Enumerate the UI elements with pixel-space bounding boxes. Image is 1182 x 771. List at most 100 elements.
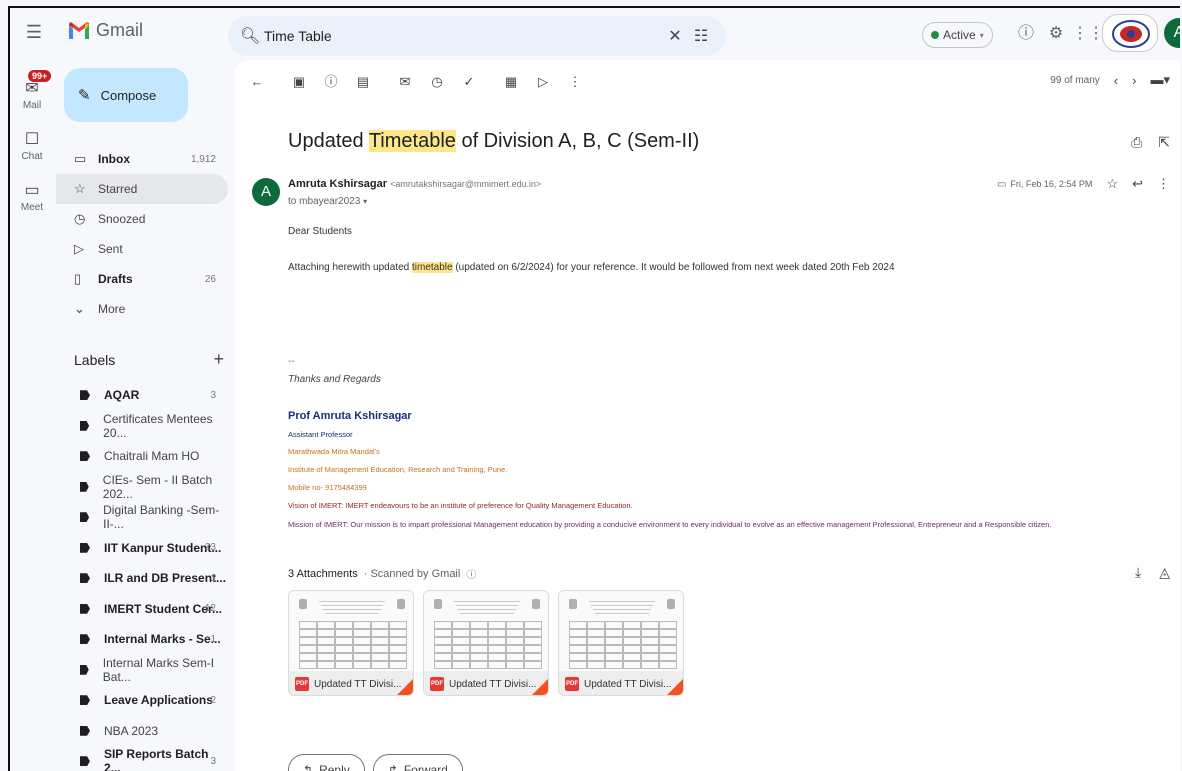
sidebar-item-more[interactable]: ⌄ More bbox=[56, 294, 228, 324]
mark-unread-icon[interactable]: ✉ bbox=[394, 71, 416, 93]
recipient-line[interactable]: to mbayear2023 ▾ bbox=[288, 196, 367, 207]
label-item[interactable]: Internal Marks Sem-I Bat... bbox=[56, 655, 228, 686]
attachment-card[interactable]: PDF Updated TT Divisi... bbox=[423, 590, 549, 696]
label-item[interactable]: Digital Banking -Sem-II-... bbox=[56, 502, 228, 533]
sidebar-item-sent[interactable]: ▷ Sent bbox=[56, 234, 228, 264]
add-to-drive-icon[interactable]: ◬ bbox=[1159, 564, 1170, 581]
signature-closing: Thanks and Regards bbox=[288, 374, 381, 385]
more-options-icon[interactable]: ⋮ bbox=[564, 71, 586, 93]
label-item[interactable]: IMERT Student Cer... 12 bbox=[56, 594, 228, 625]
delete-icon[interactable]: ▤ bbox=[352, 71, 374, 93]
search-input[interactable]: Time Table bbox=[260, 28, 662, 44]
label-count: 23 bbox=[204, 542, 216, 554]
label-count: 3 bbox=[210, 389, 216, 401]
labels-title: Labels bbox=[74, 352, 116, 368]
newer-chevron-icon[interactable]: ‹ bbox=[1114, 73, 1118, 88]
attachment-thumbnail bbox=[424, 591, 548, 671]
older-chevron-icon[interactable]: › bbox=[1132, 73, 1136, 88]
attachment-thumbnail bbox=[289, 591, 413, 671]
search-bar[interactable]: 🔍︎ Time Table ✕ ☷ bbox=[228, 16, 726, 56]
archive-icon[interactable]: ▣ bbox=[288, 71, 310, 93]
more-vert-icon[interactable]: ⋮ bbox=[1157, 176, 1170, 192]
clear-search-icon[interactable]: ✕ bbox=[662, 26, 688, 46]
rail-meet[interactable]: ▭ Meet bbox=[10, 180, 54, 213]
main-menu-icon[interactable]: ☰ bbox=[24, 22, 44, 42]
message-body: Attaching herewith updated timetable (up… bbox=[288, 262, 895, 273]
gmail-logo[interactable]: Gmail bbox=[68, 20, 143, 41]
message-view: ← ▣ ⓘ ▤ ✉ ◷ ✓ ▦ ▷ ⋮ 99 of many ‹ › ▬▾ Up… bbox=[234, 60, 1180, 771]
report-spam-icon[interactable]: ⓘ bbox=[320, 71, 342, 93]
body-text: Attaching herewith updated bbox=[288, 262, 412, 273]
label-tag-icon bbox=[80, 512, 90, 523]
settings-gear-icon[interactable]: ⚙ bbox=[1044, 22, 1068, 46]
search-options-icon[interactable]: ☷ bbox=[688, 26, 714, 46]
sidebar-item-inbox[interactable]: ▭ Inbox 1,912 bbox=[56, 144, 228, 174]
signature-org: Marathwada Mitra Mandal's bbox=[288, 447, 380, 456]
print-icon[interactable]: ⎙ bbox=[1131, 134, 1142, 151]
pencil-icon: ✎ bbox=[78, 87, 91, 104]
label-item[interactable]: SIP Reports Batch 2... 3 bbox=[56, 746, 228, 771]
sidebar-item-snoozed[interactable]: ◷ Snoozed bbox=[56, 204, 228, 234]
greeting: Dear Students bbox=[288, 226, 352, 237]
status-selector[interactable]: Active ▾ bbox=[922, 22, 993, 48]
account-avatar[interactable]: A bbox=[1164, 18, 1180, 48]
star-icon[interactable]: ☆ bbox=[1106, 176, 1118, 192]
label-name: IIT Kanpur Student... bbox=[104, 540, 222, 555]
attachment-card[interactable]: PDF Updated TT Divisi... bbox=[288, 590, 414, 696]
label-item[interactable]: AQAR 3 bbox=[56, 380, 228, 411]
sidebar-item-label: Inbox bbox=[98, 152, 130, 166]
send-icon: ▷ bbox=[74, 241, 84, 256]
open-new-window-icon[interactable]: ⇱ bbox=[1158, 134, 1170, 151]
label-tag-icon bbox=[80, 451, 90, 462]
label-item[interactable]: IIT Kanpur Student... 23 bbox=[56, 533, 228, 564]
organization-logo[interactable] bbox=[1102, 14, 1158, 52]
attachment-card[interactable]: PDF Updated TT Divisi... bbox=[558, 590, 684, 696]
move-to-icon[interactable]: ▦ bbox=[500, 71, 522, 93]
label-count: 1 bbox=[210, 572, 216, 584]
add-label-icon[interactable]: + bbox=[213, 350, 224, 368]
sidebar-item-starred[interactable]: ☆ Starred bbox=[56, 174, 228, 204]
forward-label: Forward bbox=[403, 763, 448, 771]
pdf-icon: PDF bbox=[565, 677, 579, 691]
keyboard-input-icon[interactable]: ▬▾ bbox=[1150, 72, 1170, 88]
reply-icon[interactable]: ↩ bbox=[1132, 176, 1143, 192]
sender-name[interactable]: Amruta Kshirsagar bbox=[288, 178, 387, 190]
label-name: NBA 2023 bbox=[104, 723, 159, 738]
message-date: Fri, Feb 16, 2:54 PM bbox=[1010, 179, 1093, 189]
sidebar-item-label: Snoozed bbox=[98, 212, 146, 226]
apps-grid-icon[interactable]: ⋮⋮ bbox=[1072, 22, 1104, 46]
label-item[interactable]: Internal Marks - Se... 1 bbox=[56, 624, 228, 655]
add-task-icon[interactable]: ✓ bbox=[458, 71, 480, 93]
info-icon[interactable]: ⓘ bbox=[466, 566, 476, 581]
snooze-icon[interactable]: ◷ bbox=[426, 71, 448, 93]
message-meta: ▭ Fri, Feb 16, 2:54 PM ☆ ↩ ⋮ bbox=[997, 176, 1170, 192]
gmail-m-icon bbox=[69, 21, 89, 39]
rail-mail[interactable]: ✉ 99+ Mail bbox=[10, 70, 54, 111]
search-icon[interactable]: 🔍︎ bbox=[240, 26, 260, 46]
label-item[interactable]: ILR and DB Present... 1 bbox=[56, 563, 228, 594]
compose-button[interactable]: ✎ Compose bbox=[64, 68, 188, 122]
label-item[interactable]: NBA 2023 bbox=[56, 716, 228, 747]
back-arrow-icon[interactable]: ← bbox=[246, 71, 268, 93]
label-name: Internal Marks Sem-I Bat... bbox=[102, 655, 215, 684]
label-icon[interactable]: ▷ bbox=[532, 71, 554, 93]
details-chevron-icon[interactable]: ▾ bbox=[363, 197, 367, 206]
sender-avatar[interactable]: A bbox=[252, 178, 280, 206]
label-item[interactable]: Leave Applications 2 bbox=[56, 685, 228, 716]
reply-button[interactable]: ↰ Reply bbox=[288, 754, 365, 771]
sidebar-item-drafts[interactable]: ▯ Drafts 26 bbox=[56, 264, 228, 294]
label-item[interactable]: Certificates Mentees 20... bbox=[56, 411, 228, 442]
sidebar-item-count: 26 bbox=[204, 273, 216, 285]
signature-title: Assistant Professor bbox=[288, 430, 353, 439]
download-all-icon[interactable]: ⤓ bbox=[1135, 564, 1141, 581]
help-icon[interactable]: ⓘ bbox=[1014, 22, 1038, 46]
forward-button[interactable]: ↱ Forward bbox=[372, 754, 463, 771]
label-name: Leave Applications bbox=[104, 693, 213, 708]
rail-mail-label: Mail bbox=[22, 100, 42, 111]
message-toolbar: ← ▣ ⓘ ▤ ✉ ◷ ✓ ▦ ▷ ⋮ 99 of many ‹ › ▬▾ bbox=[234, 60, 1180, 104]
label-count: 12 bbox=[204, 603, 216, 615]
label-item[interactable]: CIEs- Sem - II Batch 202... bbox=[56, 472, 228, 503]
rail-chat[interactable]: ☐ Chat bbox=[10, 129, 54, 162]
page-fold-icon bbox=[667, 679, 683, 695]
label-item[interactable]: Chaitrali Mam HO bbox=[56, 441, 228, 472]
